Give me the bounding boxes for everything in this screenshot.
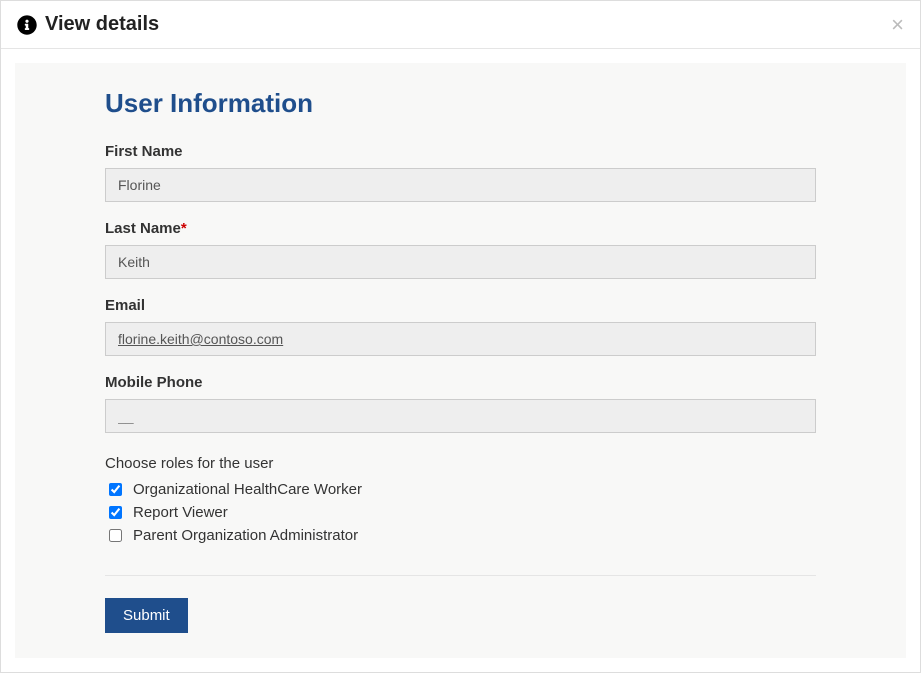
first-name-label: First Name [105,143,816,160]
modal-title-wrap: View details [17,13,159,36]
role-checkbox-parent-org-admin[interactable] [109,529,122,542]
modal-header: View details × [1,1,920,49]
roles-section-label: Choose roles for the user [105,455,816,472]
mobile-phone-input[interactable] [105,399,816,433]
last-name-group: Last Name* [105,220,816,279]
last-name-label: Last Name* [105,220,816,237]
modal-body: User Information First Name Last Name* E… [1,49,920,672]
role-row-2: Parent Organization Administrator [105,526,816,545]
role-checkbox-report-viewer[interactable] [109,506,122,519]
view-details-modal: View details × User Information First Na… [0,0,921,673]
email-input[interactable] [105,322,816,356]
mobile-phone-group: Mobile Phone [105,374,816,433]
required-star-icon: * [181,220,187,237]
first-name-input[interactable] [105,168,816,202]
close-icon[interactable]: × [891,14,904,36]
user-info-panel: User Information First Name Last Name* E… [15,63,906,658]
role-row-1: Report Viewer [105,503,816,522]
role-label-2: Parent Organization Administrator [133,527,358,544]
last-name-input[interactable] [105,245,816,279]
submit-button[interactable]: Submit [105,598,188,633]
section-title: User Information [105,88,816,119]
last-name-label-text: Last Name [105,220,181,237]
role-checkbox-org-healthcare-worker[interactable] [109,483,122,496]
info-circle-icon [17,15,37,35]
form-divider [105,575,816,576]
email-label: Email [105,297,816,314]
role-row-0: Organizational HealthCare Worker [105,480,816,499]
first-name-group: First Name [105,143,816,202]
modal-title: View details [45,13,159,36]
email-group: Email [105,297,816,356]
role-label-0: Organizational HealthCare Worker [133,481,362,498]
mobile-phone-label: Mobile Phone [105,374,816,391]
role-label-1: Report Viewer [133,504,228,521]
